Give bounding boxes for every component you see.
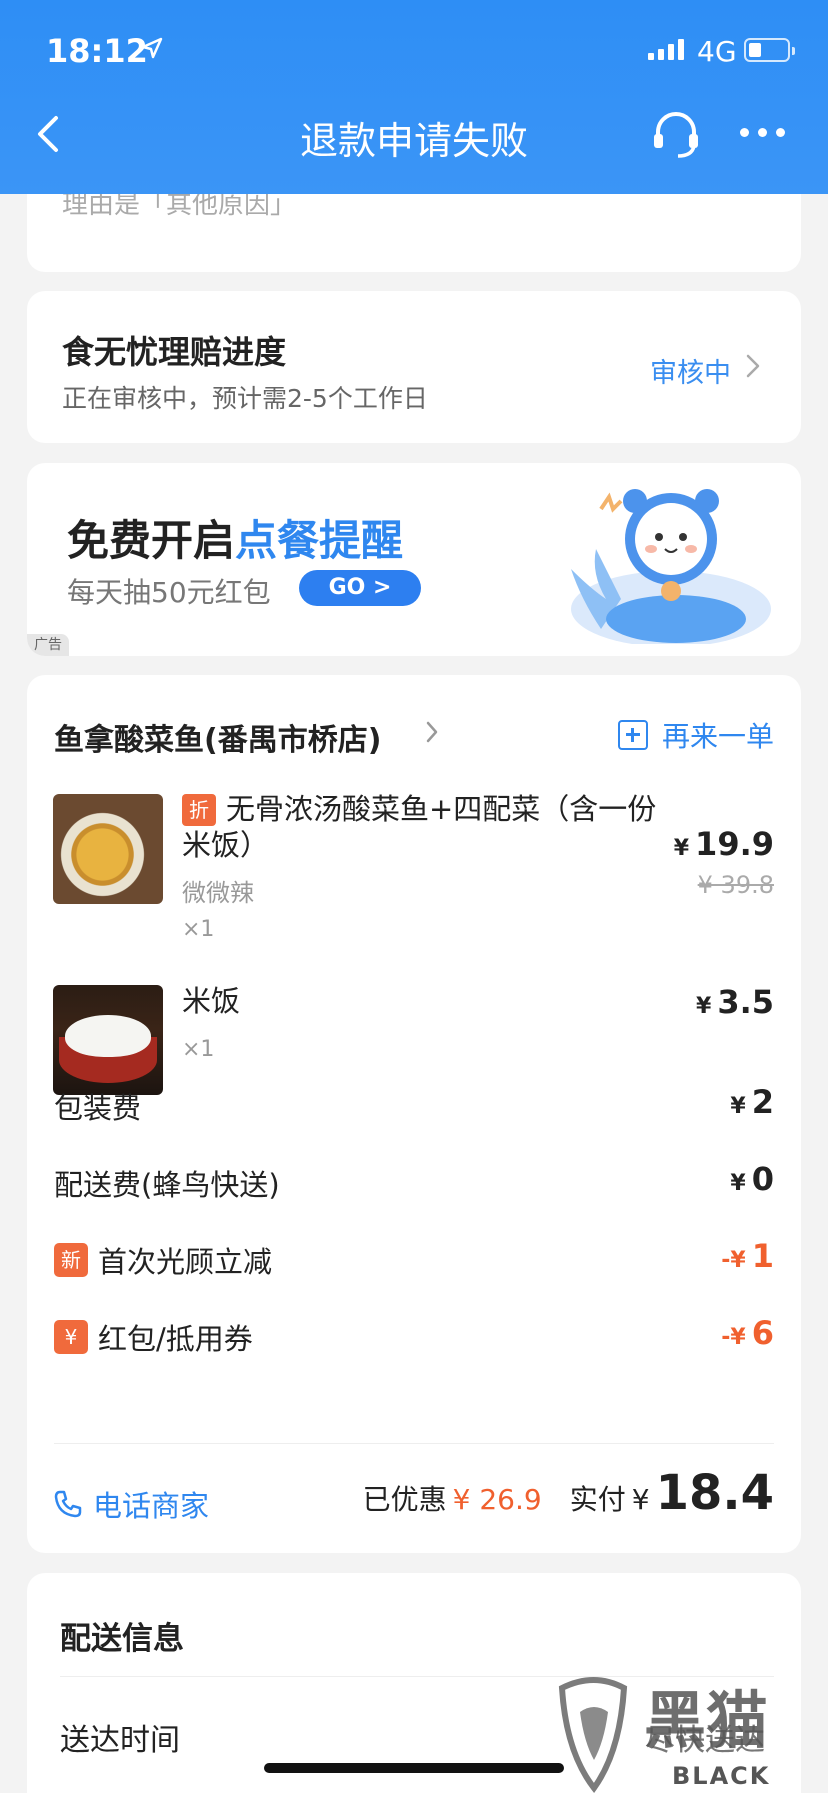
fee-row-delivery: 配送费(蜂鸟快送) ¥0 xyxy=(54,1160,774,1202)
claim-status[interactable]: 审核中 xyxy=(650,351,731,390)
order-details-card: 鱼拿酸菜鱼(番禺市桥店) 再来一单 折无骨浓汤酸菜鱼+四配菜（含一份米饭） 微微… xyxy=(27,675,801,1553)
watermark-text: BLACK CAT xyxy=(672,1762,771,1793)
item-image-fish[interactable] xyxy=(53,794,163,904)
alarm-clock-mascot-illustration xyxy=(571,489,771,644)
ad-subtitle: 每天抽50元红包 xyxy=(67,576,271,609)
claim-title: 食无忧理赔进度 xyxy=(62,333,287,371)
ad-tag: 广告 xyxy=(27,634,69,656)
discount-row-new-customer: 新首次光顾立减 -¥ 1 xyxy=(54,1237,774,1279)
phone-icon xyxy=(54,1490,82,1518)
network-label: 4G xyxy=(697,35,737,68)
svg-text:黑猫: 黑猫 xyxy=(644,1684,768,1757)
saved-value: ¥ 26.9 xyxy=(452,1483,542,1516)
chevron-right-icon[interactable] xyxy=(425,720,439,744)
claim-subtitle: 正在审核中，预计需2-5个工作日 xyxy=(62,384,428,413)
fee-value: ¥2 xyxy=(730,1083,774,1121)
saved-label: 已优惠 xyxy=(362,1483,447,1516)
item-qty: ×1 xyxy=(182,917,215,942)
paid-label: 实付 xyxy=(569,1483,626,1516)
paid-value: 18.4 xyxy=(655,1465,774,1521)
ad-title: 免费开启点餐提醒 xyxy=(67,516,404,565)
discount-label: 红包/抵用券 xyxy=(98,1322,253,1356)
item-price: ¥19.9 xyxy=(673,825,774,863)
discount-label: 首次光顾立减 xyxy=(98,1245,273,1279)
item-original-price: ¥ 39.8 xyxy=(697,871,774,899)
fee-row-packaging: 包装费 ¥2 xyxy=(54,1083,774,1125)
battery-icon xyxy=(744,38,795,62)
location-arrow-icon xyxy=(141,37,163,59)
more-options-icon[interactable] xyxy=(740,128,785,137)
call-merchant-button[interactable]: 电话商家 xyxy=(53,1483,209,1525)
discount-value: -¥ 6 xyxy=(721,1314,774,1352)
discount-row-coupon: ¥ 红包/抵用券 -¥ 6 xyxy=(54,1314,774,1356)
item-name: 折无骨浓汤酸菜鱼+四配菜（含一份米饭） xyxy=(182,792,657,862)
customer-service-icon[interactable] xyxy=(650,110,702,160)
reorder-button[interactable]: 再来一单 xyxy=(617,715,774,755)
fee-value: ¥0 xyxy=(730,1160,774,1198)
signal-icon xyxy=(648,38,684,60)
chevron-right-icon xyxy=(746,354,760,378)
delivery-time-label: 送达时间 xyxy=(60,1723,180,1758)
fee-label: 配送费(蜂鸟快送) xyxy=(54,1168,280,1202)
ad-banner[interactable]: 免费开启点餐提醒 每天抽50元红包 GO > 广告 xyxy=(27,463,801,656)
add-icon xyxy=(617,720,648,750)
home-indicator[interactable] xyxy=(264,1763,564,1773)
new-customer-badge: 新 xyxy=(54,1243,88,1277)
fee-label: 包装费 xyxy=(54,1091,142,1125)
go-button[interactable]: GO > xyxy=(299,570,421,606)
store-name[interactable]: 鱼拿酸菜鱼(番禺市桥店) xyxy=(54,715,381,759)
status-time: 18:12 xyxy=(46,32,148,70)
discount-badge: 折 xyxy=(182,794,216,826)
divider xyxy=(54,1443,774,1444)
item-qty: ×1 xyxy=(182,1037,215,1062)
order-summary: 已优惠 ¥ 26.9 实付 ¥ 18.4 xyxy=(363,1465,774,1521)
discount-value: -¥ 1 xyxy=(721,1237,774,1275)
top-bar: 18:12 4G 退款申请失败 xyxy=(0,0,828,194)
fee-row-packaging xyxy=(54,991,774,1031)
page-title: 退款申请失败 xyxy=(299,119,528,163)
claim-progress-card[interactable]: 食无忧理赔进度 正在审核中，预计需2-5个工作日 审核中 xyxy=(27,291,801,443)
paid-currency: ¥ xyxy=(631,1483,650,1516)
item-spec: 微微辣 xyxy=(182,879,254,907)
coupon-badge: ¥ xyxy=(54,1320,88,1354)
delivery-title: 配送信息 xyxy=(60,1621,184,1657)
